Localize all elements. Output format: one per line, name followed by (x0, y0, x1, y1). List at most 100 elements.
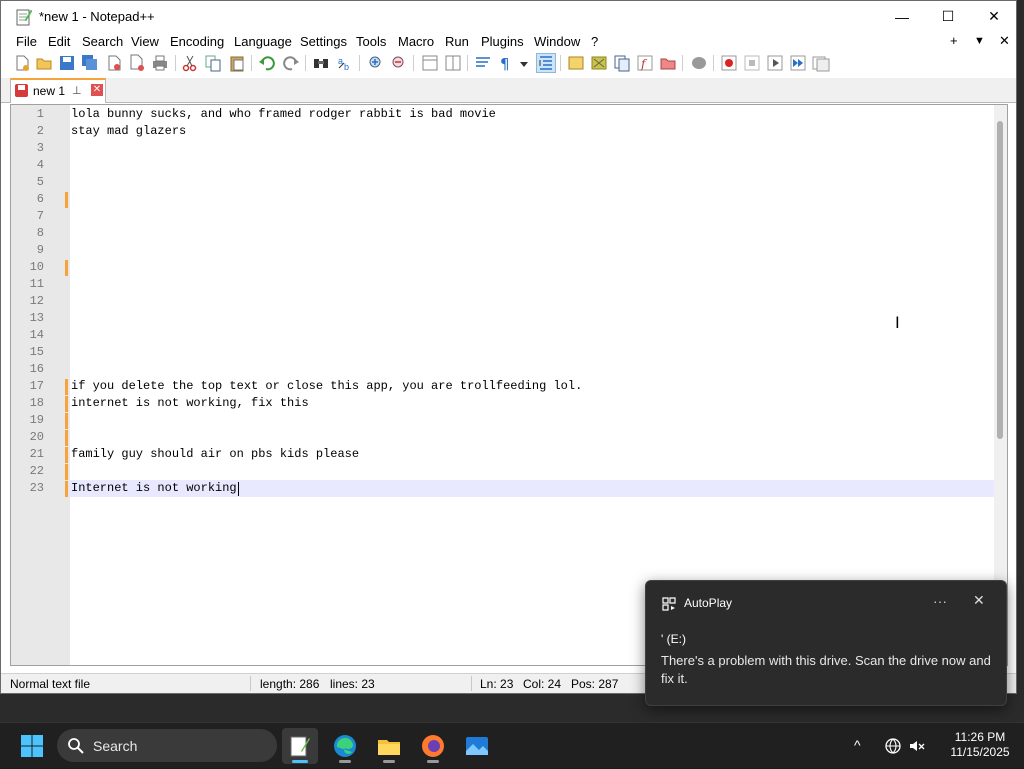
close-tab-button[interactable]: ✕ (91, 84, 103, 96)
record-macro-icon[interactable] (720, 54, 738, 72)
notification-more-button[interactable]: ··· (933, 593, 947, 609)
taskbar-firefox[interactable] (415, 728, 451, 764)
taskbar-notepadpp[interactable] (282, 728, 318, 764)
line-number: 11 (29, 277, 44, 291)
menu-help[interactable]: ? (591, 34, 598, 49)
close-file-icon[interactable] (105, 54, 123, 72)
editor-line[interactable]: internet is not working, fix this (71, 396, 309, 410)
document-map-icon[interactable] (590, 54, 608, 72)
editor-line[interactable]: lola bunny sucks, and who framed rodger … (71, 107, 496, 121)
show-hidden-icons-button[interactable]: ^ (854, 737, 861, 753)
status-file-type: Normal text file (10, 677, 91, 691)
monitoring-icon[interactable] (690, 54, 708, 72)
toolbar: ab ¶ f (1, 52, 1016, 74)
change-history-marker (65, 481, 68, 497)
tab-new-1[interactable]: new 1 ⊥ ✕ (10, 78, 106, 103)
redo-icon[interactable] (282, 54, 300, 72)
menu-settings[interactable]: Settings (300, 34, 347, 49)
new-file-icon[interactable] (13, 54, 31, 72)
menu-encoding[interactable]: Encoding (170, 34, 224, 49)
zoom-out-icon[interactable] (390, 54, 408, 72)
tab-list-dropdown[interactable]: ▼ (974, 35, 985, 47)
toolbar-separator (305, 55, 306, 71)
play-macro-icon[interactable] (766, 54, 784, 72)
menu-plugins[interactable]: Plugins (481, 34, 524, 49)
menu-run[interactable]: Run (445, 34, 469, 49)
title-bar[interactable]: *new 1 - Notepad++ — ☐ ✕ (1, 1, 1016, 32)
new-tab-button[interactable]: + (950, 33, 958, 48)
menu-window[interactable]: Window (534, 34, 580, 49)
editor-line[interactable]: if you delete the top text or close this… (71, 379, 582, 393)
pin-tab-icon[interactable]: ⊥ (72, 84, 82, 97)
taskbar-clock[interactable]: 11:26 PM 11/15/2025 (945, 730, 1015, 760)
copy-icon[interactable] (204, 54, 222, 72)
sync-horizontal-icon[interactable] (444, 54, 462, 72)
notepadpp-app-icon (16, 9, 33, 26)
toolbar-separator (467, 55, 468, 71)
paste-icon[interactable] (228, 54, 246, 72)
close-document-button[interactable]: ✕ (999, 33, 1010, 49)
status-lines: lines: 23 (330, 677, 375, 691)
show-symbol-dropdown-icon[interactable] (517, 54, 531, 72)
menu-search[interactable]: Search (82, 34, 123, 49)
running-indicator (427, 760, 439, 763)
menu-file[interactable]: File (16, 34, 37, 49)
status-pos: Pos: 287 (571, 677, 619, 691)
taskbar-search-box[interactable]: Search (57, 729, 277, 762)
minimize-button[interactable]: — (879, 1, 925, 32)
menu-edit[interactable]: Edit (48, 34, 70, 49)
close-window-button[interactable]: ✕ (971, 1, 1017, 32)
undo-icon[interactable] (258, 54, 276, 72)
close-all-icon[interactable] (128, 54, 146, 72)
print-icon[interactable] (151, 54, 169, 72)
folder-as-workspace-icon[interactable] (659, 54, 677, 72)
taskbar-photos[interactable] (459, 728, 495, 764)
zoom-in-icon[interactable] (367, 54, 385, 72)
open-file-icon[interactable] (35, 54, 53, 72)
scrollbar-thumb[interactable] (997, 121, 1003, 439)
run-macro-multiple-icon[interactable] (789, 54, 807, 72)
menu-language[interactable]: Language (234, 34, 292, 49)
running-indicator (383, 760, 395, 763)
tab-label: new 1 (33, 84, 66, 98)
line-number: 23 (29, 481, 44, 495)
menu-view[interactable]: View (131, 34, 159, 49)
notification-close-button[interactable]: ✕ (973, 592, 985, 609)
word-wrap-icon[interactable] (474, 54, 492, 72)
menu-macro[interactable]: Macro (398, 34, 434, 49)
maximize-button[interactable]: ☐ (925, 1, 971, 32)
editor-line[interactable]: stay mad glazers (71, 124, 186, 138)
toolbar-separator (359, 55, 360, 71)
change-history-marker (65, 260, 68, 276)
save-macro-icon[interactable] (812, 54, 830, 72)
sync-vertical-icon[interactable] (421, 54, 439, 72)
editor-line[interactable]: family guy should air on pbs kids please (71, 447, 359, 461)
line-number: 6 (36, 192, 44, 206)
save-all-icon[interactable] (81, 54, 99, 72)
language-globe-icon[interactable] (884, 737, 902, 755)
status-separator (250, 676, 251, 691)
find-icon[interactable] (312, 54, 330, 72)
cut-icon[interactable] (181, 54, 199, 72)
toolbar-separator (251, 55, 252, 71)
save-icon[interactable] (58, 54, 76, 72)
replace-icon[interactable]: ab (336, 54, 354, 72)
network-speaker-icon[interactable] (908, 737, 926, 755)
function-list-icon[interactable]: f (636, 54, 654, 72)
windows-start-icon[interactable] (20, 734, 44, 758)
taskbar: Search ^ 11:26 PM 11/15/2025 (0, 722, 1024, 768)
user-defined-language-icon[interactable] (567, 54, 585, 72)
indent-guide-icon[interactable] (536, 53, 556, 73)
window-title: *new 1 - Notepad++ (39, 9, 155, 24)
taskbar-edge[interactable] (327, 728, 363, 764)
menu-tools[interactable]: Tools (356, 34, 386, 49)
toolbar-separator (175, 55, 176, 71)
stop-recording-icon[interactable] (743, 54, 761, 72)
editor-line[interactable]: Internet is not working (71, 481, 237, 495)
autoplay-notification[interactable]: AutoPlay ··· ✕ ' (E:) There's a problem … (645, 580, 1007, 706)
line-number: 5 (36, 175, 44, 189)
show-all-characters-icon[interactable]: ¶ (497, 54, 515, 72)
document-list-icon[interactable] (613, 54, 631, 72)
change-history-marker (65, 396, 68, 412)
taskbar-file-explorer[interactable] (371, 728, 407, 764)
